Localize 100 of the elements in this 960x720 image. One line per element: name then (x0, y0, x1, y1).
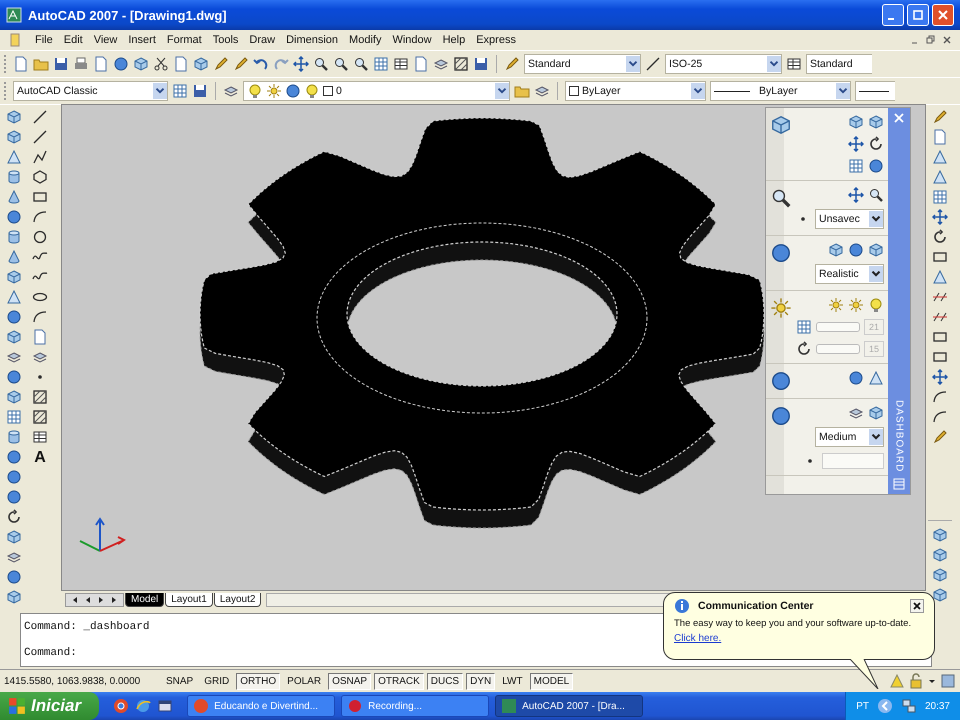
slider-track[interactable] (816, 344, 860, 354)
hatch-icon[interactable] (32, 409, 48, 425)
menu-item[interactable]: View (94, 34, 118, 46)
cylinder-icon[interactable] (6, 229, 22, 245)
status-toggle-button[interactable]: OTRACK (374, 672, 424, 690)
line-icon[interactable] (32, 109, 48, 125)
layout-tab[interactable]: Model (125, 593, 164, 607)
menu-item[interactable]: Tools (212, 34, 238, 46)
pencil-icon[interactable] (504, 56, 520, 72)
grid-icon[interactable] (848, 158, 864, 174)
taskbar-button[interactable]: AutoCAD 2007 - [Dra... (495, 695, 644, 717)
zoom-icon[interactable] (313, 56, 329, 72)
cube-icon[interactable] (868, 242, 884, 258)
status-toggle-button[interactable]: POLAR (283, 672, 326, 690)
window-icon[interactable] (157, 698, 174, 714)
triangle-icon[interactable] (6, 289, 22, 305)
menu-item[interactable]: Draw (249, 34, 276, 46)
sphere-icon[interactable] (6, 369, 22, 385)
cylinder-icon[interactable] (6, 429, 22, 445)
printer-icon[interactable] (73, 56, 89, 72)
pencil-icon[interactable] (932, 429, 948, 445)
grid-icon[interactable] (796, 319, 812, 335)
slider-track[interactable] (816, 322, 860, 332)
line-icon[interactable] (32, 129, 48, 145)
sun-icon[interactable] (770, 297, 792, 319)
cone-icon[interactable] (6, 189, 22, 205)
lightbulb-icon[interactable] (247, 83, 263, 99)
rotate-icon[interactable] (932, 229, 948, 245)
start-button[interactable]: Iniciar (0, 692, 100, 720)
undo-icon[interactable] (253, 56, 269, 72)
document-icon[interactable] (32, 329, 48, 345)
table-icon[interactable] (32, 429, 48, 445)
sun-icon[interactable] (848, 297, 864, 313)
maximize-button[interactable] (907, 4, 929, 26)
grid-icon[interactable] (932, 189, 948, 205)
grid-icon[interactable] (373, 56, 389, 72)
cube-icon[interactable] (6, 129, 22, 145)
zoom-icon[interactable] (333, 56, 349, 72)
render-quality-dropdown[interactable]: Medium (815, 427, 884, 447)
dimension-style-dropdown[interactable]: ISO-25 (665, 54, 782, 74)
color-dropdown[interactable]: ByLayer (565, 81, 706, 101)
cube-icon[interactable] (193, 56, 209, 72)
arc-icon[interactable] (932, 409, 948, 425)
sphere-icon[interactable] (770, 405, 792, 427)
menu-item[interactable]: File (35, 34, 53, 46)
sphere-icon[interactable] (285, 83, 301, 99)
sphere-icon[interactable] (770, 370, 792, 392)
menu-item[interactable]: Dimension (286, 34, 338, 46)
move-arrows-icon[interactable] (293, 56, 309, 72)
menu-icon[interactable] (893, 478, 905, 490)
sphere-icon[interactable] (868, 158, 884, 174)
move-arrows-icon[interactable] (848, 187, 864, 203)
polyline-icon[interactable] (32, 149, 48, 165)
arc-icon[interactable] (32, 309, 48, 325)
table-icon[interactable] (786, 56, 802, 72)
scissors-icon[interactable] (153, 56, 169, 72)
layout-tab[interactable]: Layout2 (214, 593, 262, 607)
visual-style-dropdown[interactable]: Realistic (815, 264, 884, 284)
cube-icon[interactable] (868, 114, 884, 130)
triangle-icon[interactable] (932, 269, 948, 285)
document-icon[interactable] (93, 56, 109, 72)
warning-icon[interactable] (889, 673, 905, 689)
restore-icon[interactable] (926, 35, 936, 45)
cube-icon[interactable] (868, 405, 884, 421)
rotate-icon[interactable] (796, 341, 812, 357)
pencil-icon[interactable] (233, 56, 249, 72)
menu-item[interactable]: Insert (128, 34, 156, 46)
minimize-button[interactable] (882, 4, 904, 26)
line-icon[interactable] (645, 56, 661, 72)
status-toggle-button[interactable]: DYN (466, 672, 496, 690)
hexagon-icon[interactable] (32, 169, 48, 185)
triangle-icon[interactable] (868, 370, 884, 386)
sphere-icon[interactable] (770, 242, 792, 264)
taskbar-button[interactable]: Recording... (341, 695, 490, 717)
linetype-dropdown[interactable]: ByLayer (710, 81, 851, 101)
padlock-icon[interactable] (908, 673, 924, 689)
sphere-icon[interactable] (6, 209, 22, 225)
text-style-dropdown[interactable]: Standard (524, 54, 641, 74)
layer-dropdown[interactable]: 0 (243, 81, 510, 101)
menu-item[interactable]: Modify (349, 34, 382, 46)
chevron-left-icon[interactable] (876, 698, 893, 714)
sphere-icon[interactable] (6, 309, 22, 325)
input-field[interactable] (822, 453, 884, 469)
cone-icon[interactable] (6, 249, 22, 265)
document-icon[interactable] (173, 56, 189, 72)
sphere-icon[interactable] (6, 489, 22, 505)
document-icon[interactable] (932, 129, 948, 145)
cube-icon[interactable] (6, 389, 22, 405)
status-toggle-button[interactable]: DUCS (426, 672, 464, 690)
taskbar-button[interactable]: Educando e Divertind... (187, 695, 336, 717)
cube-icon[interactable] (133, 56, 149, 72)
cube-icon[interactable] (6, 589, 22, 605)
lightbulb-icon[interactable] (868, 297, 884, 313)
named-view-dropdown[interactable]: Unsavec (815, 209, 884, 229)
move-arrows-icon[interactable] (848, 136, 864, 152)
cube-icon[interactable] (828, 242, 844, 258)
zoom-icon[interactable] (770, 187, 792, 209)
lineweight-dropdown[interactable] (855, 81, 895, 101)
cube-icon[interactable] (6, 109, 22, 125)
sphere-icon[interactable] (6, 449, 22, 465)
